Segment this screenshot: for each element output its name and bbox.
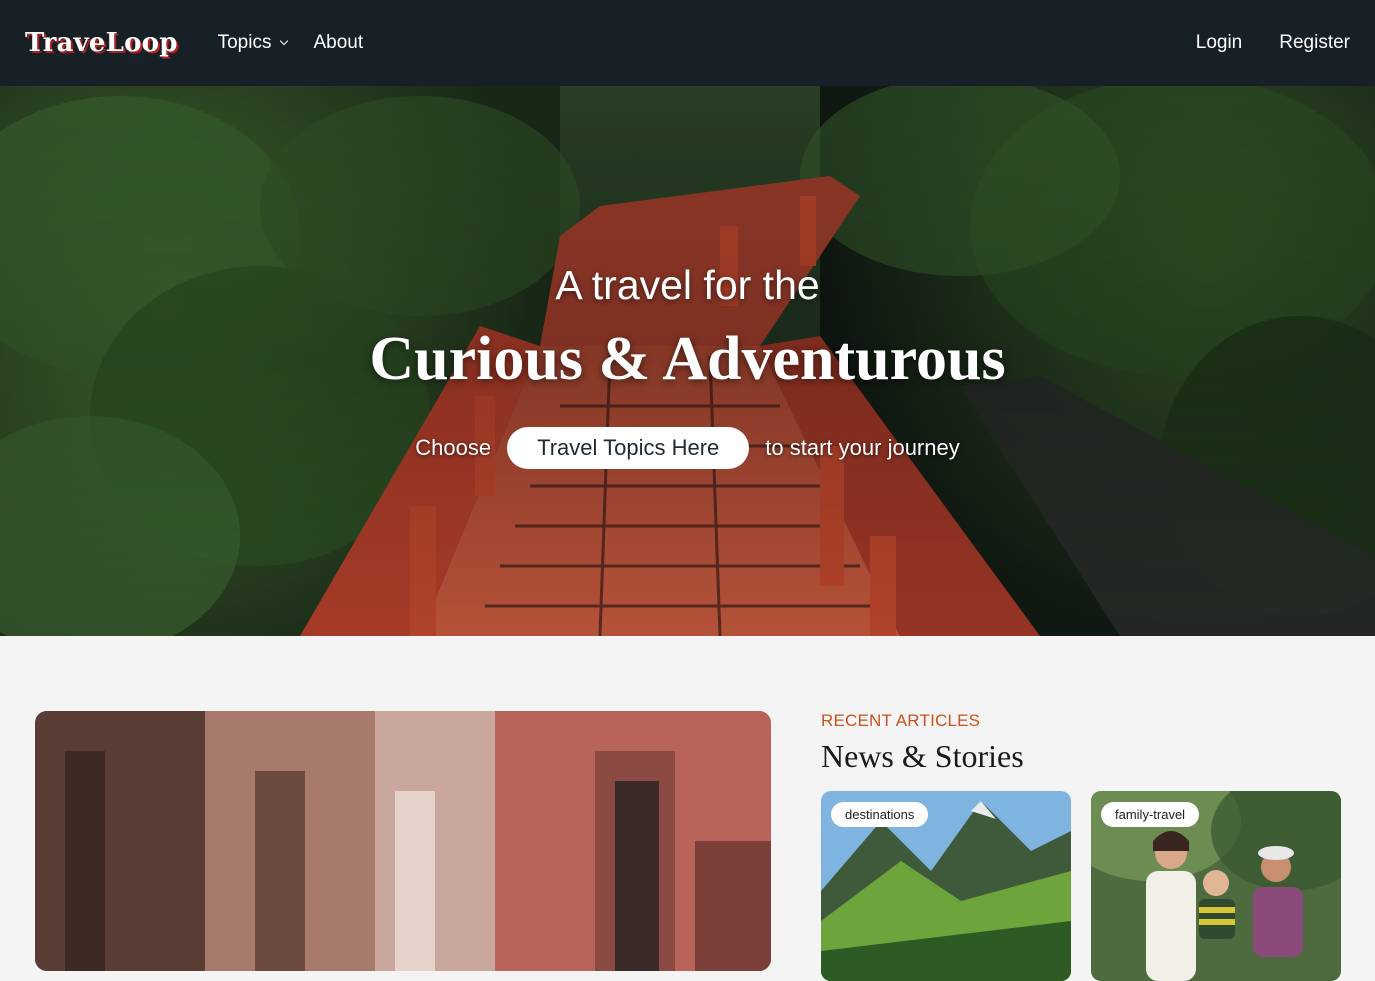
nav-topics-label: Topics	[217, 32, 272, 53]
nav-auth-group: Login Register	[1159, 32, 1350, 54]
recent-articles-label: RECENT ARTICLES	[821, 711, 981, 730]
hero-cta-suffix: to start your journey	[765, 435, 960, 460]
hero-cta-prefix: Choose	[415, 435, 492, 460]
chevron-down-icon	[280, 36, 289, 46]
hero-cta: Choose Travel Topics Here to start your …	[0, 427, 1375, 469]
register-link[interactable]: Register	[1279, 32, 1350, 54]
category-badge[interactable]: family-travel	[1101, 802, 1200, 827]
hero-section: A travel for the Curious & Adventurous C…	[0, 86, 1375, 636]
login-link[interactable]: Login	[1196, 32, 1243, 54]
site-logo[interactable]: TraveLoop	[25, 28, 178, 58]
article-card[interactable]: destinations	[821, 791, 1071, 981]
featured-article-image[interactable]	[35, 711, 771, 971]
hero-title: Curious & Adventurous	[369, 325, 1006, 393]
navbar: TraveLoop Topics About Login Register	[0, 0, 1375, 86]
alley-photo	[35, 711, 771, 971]
hero-content: A travel for the Curious & Adventurous C…	[0, 86, 1375, 636]
category-badge[interactable]: destinations	[831, 802, 929, 827]
travel-topics-button[interactable]: Travel Topics Here	[507, 427, 750, 469]
article-card[interactable]: family-travel	[1091, 791, 1341, 981]
hero-subtitle: A travel for the	[555, 262, 820, 308]
nav-topics-dropdown[interactable]: Topics	[217, 32, 289, 54]
nav-about-link[interactable]: About	[313, 32, 363, 54]
news-stories-heading: News & Stories	[821, 738, 1024, 774]
